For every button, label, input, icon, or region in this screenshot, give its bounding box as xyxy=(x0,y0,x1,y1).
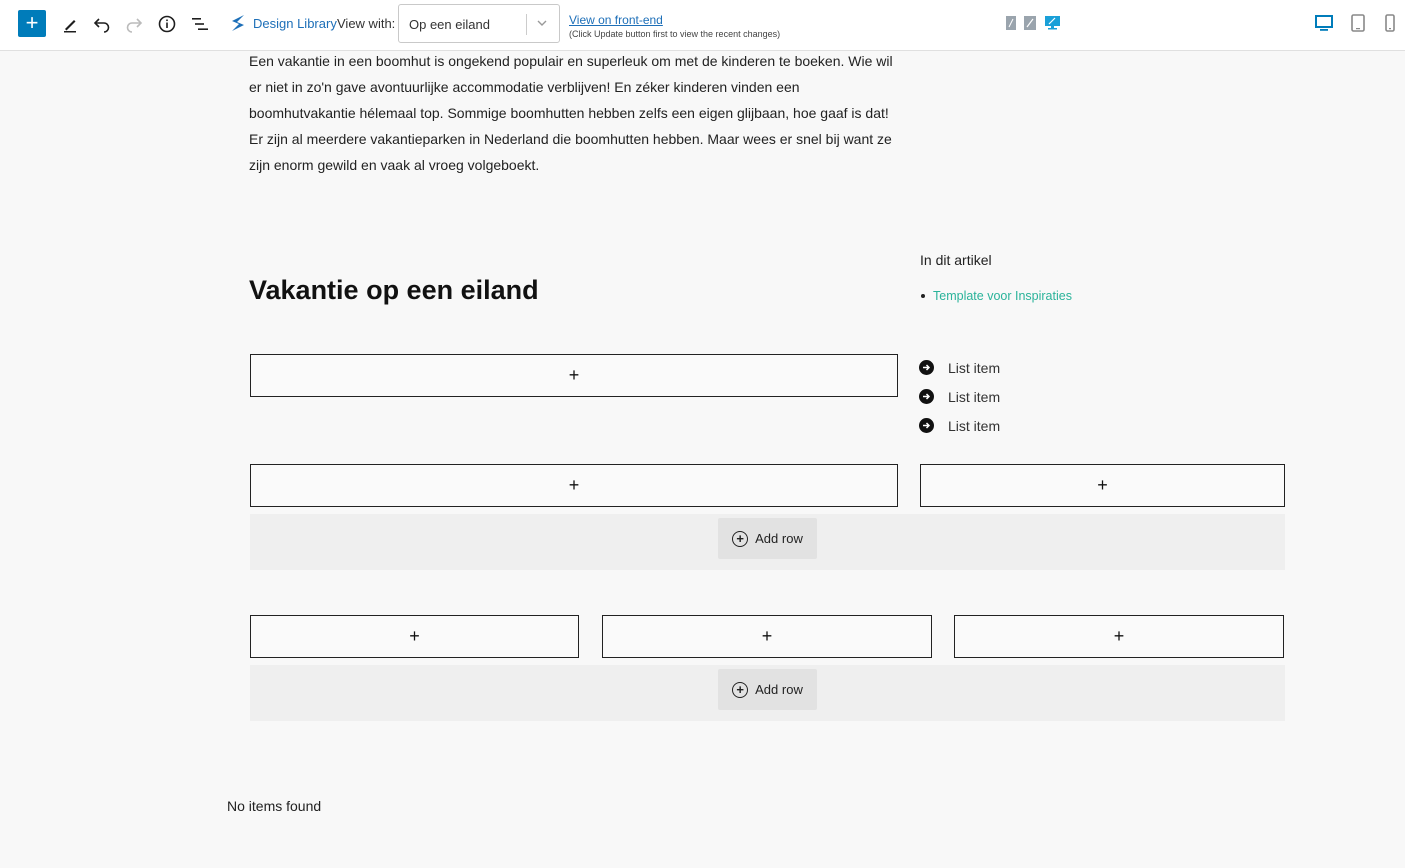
list-item: List item xyxy=(919,382,1000,411)
desktop-view-icon[interactable] xyxy=(1313,13,1335,33)
chevron-down-icon xyxy=(535,16,549,35)
design-library-button[interactable]: Design Library xyxy=(230,14,337,32)
arrow-circle-right-icon xyxy=(919,418,934,433)
arrow-circle-right-icon xyxy=(919,360,934,375)
frontend-hint: (Click Update button first to view the r… xyxy=(569,29,781,39)
pencil-icon[interactable] xyxy=(58,12,82,36)
block-placeholder[interactable]: + xyxy=(250,615,579,658)
tablet-preview-icon[interactable] xyxy=(1023,15,1037,31)
select-divider xyxy=(526,14,527,35)
add-row-button[interactable]: + Add row xyxy=(718,669,817,710)
bullet-icon xyxy=(921,294,925,298)
block-placeholder[interactable]: + xyxy=(602,615,932,658)
icon-list: List item List item List item xyxy=(919,353,1000,440)
list-item: List item xyxy=(919,353,1000,382)
mobile-view-icon[interactable] xyxy=(1379,13,1401,33)
plus-circle-icon: + xyxy=(732,530,749,547)
plus-icon: + xyxy=(568,365,580,385)
view-with-select[interactable]: Op een eiland xyxy=(398,4,560,43)
block-placeholder[interactable]: + xyxy=(250,464,898,507)
toc-list-item[interactable]: Template voor Inspiraties xyxy=(921,289,1072,303)
plus-circle-icon: + xyxy=(732,681,749,698)
list-item: List item xyxy=(919,411,1000,440)
section-heading: Vakantie op een eiland xyxy=(249,275,539,305)
plus-icon: + xyxy=(761,626,773,646)
list-item-label: List item xyxy=(948,359,1001,376)
add-row-button[interactable]: + Add row xyxy=(718,518,817,559)
view-frontend-link[interactable]: View on front-end xyxy=(569,13,663,27)
stackable-logo-icon xyxy=(232,15,244,31)
toc-title: In dit artikel xyxy=(920,252,992,268)
info-icon[interactable] xyxy=(155,12,179,36)
design-library-label: Design Library xyxy=(253,15,337,31)
list-item-label: List item xyxy=(948,388,1001,405)
list-view-icon[interactable] xyxy=(188,12,212,36)
add-row-label: Add row xyxy=(755,531,803,546)
add-row-label: Add row xyxy=(755,682,803,697)
plus-icon: + xyxy=(568,475,580,495)
toc-link[interactable]: Template voor Inspiraties xyxy=(933,289,1072,303)
add-block-button[interactable]: + xyxy=(18,10,46,37)
block-placeholder[interactable]: + xyxy=(920,464,1285,507)
top-toolbar: + Design Library View with: Op een eilan… xyxy=(0,0,1405,51)
undo-icon[interactable] xyxy=(90,12,114,36)
mobile-preview-icon[interactable] xyxy=(1004,15,1018,31)
intro-paragraph: Een vakantie in een boomhut is ongekend … xyxy=(249,53,893,173)
arrow-circle-right-icon xyxy=(919,389,934,404)
view-with-label: View with: xyxy=(337,16,396,31)
desktop-preview-icon[interactable] xyxy=(1044,15,1061,31)
list-item-label: List item xyxy=(948,417,1001,434)
view-with-value: Op een eiland xyxy=(409,17,490,32)
no-items-message: No items found xyxy=(227,798,322,814)
tablet-view-icon[interactable] xyxy=(1347,13,1369,33)
plus-icon: + xyxy=(1097,475,1108,495)
block-placeholder[interactable]: + xyxy=(954,615,1284,658)
plus-icon: + xyxy=(1113,626,1125,646)
redo-icon[interactable] xyxy=(122,12,146,36)
block-placeholder[interactable]: + xyxy=(250,354,898,397)
plus-icon: + xyxy=(409,626,420,646)
